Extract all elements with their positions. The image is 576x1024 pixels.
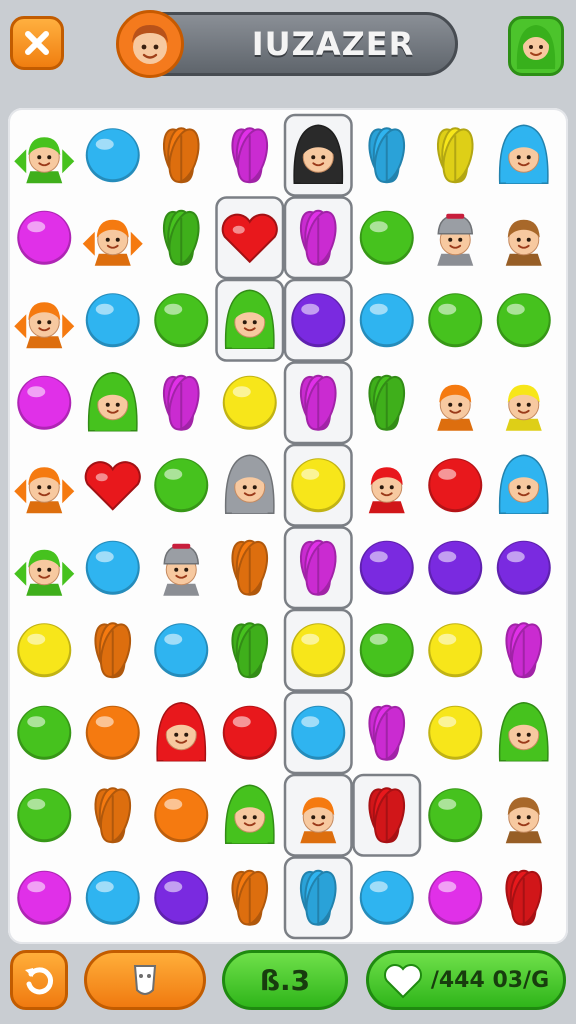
- blue-gem-tile[interactable]: [154, 623, 209, 678]
- level-title: IUZAZER: [251, 25, 415, 63]
- blue-gem-tile[interactable]: [359, 870, 414, 925]
- green-gem-tile[interactable]: [359, 210, 414, 265]
- orange-bird-avatar-tile[interactable]: [14, 467, 75, 514]
- brown-hair-avatar-tile[interactable]: [505, 219, 542, 266]
- yellow-gem-tile[interactable]: [291, 458, 346, 513]
- profile-button[interactable]: [508, 16, 564, 76]
- blue-gem-tile[interactable]: [85, 540, 140, 595]
- close-button[interactable]: [10, 16, 64, 70]
- player-avatar-icon: [132, 25, 168, 64]
- brown-hair-avatar-tile[interactable]: [505, 797, 542, 844]
- player-avatar[interactable]: [116, 10, 184, 78]
- close-x-icon: [25, 31, 49, 55]
- green-leaf-tile[interactable]: [364, 374, 409, 433]
- undo-button[interactable]: [10, 950, 68, 1010]
- board-canvas: [14, 113, 551, 940]
- green-gem-tile[interactable]: [496, 293, 551, 348]
- magenta-gem-tile[interactable]: [428, 870, 483, 925]
- orange-leaf-tile[interactable]: [227, 539, 272, 598]
- yellow-gem-tile[interactable]: [428, 705, 483, 760]
- lives-pill[interactable]: /444 03/G: [366, 950, 566, 1010]
- purple-gem-tile[interactable]: [496, 540, 551, 595]
- shovel-booster-icon: [133, 965, 157, 995]
- red-heart-tile[interactable]: [84, 461, 141, 511]
- blue-gem-tile[interactable]: [85, 128, 140, 183]
- purple-gem-tile[interactable]: [428, 540, 483, 595]
- orange-leaf-tile[interactable]: [159, 126, 204, 185]
- green-gem-tile[interactable]: [428, 293, 483, 348]
- booster-button[interactable]: [84, 950, 206, 1010]
- purple-gem-tile[interactable]: [154, 870, 209, 925]
- orange-bird-avatar-tile[interactable]: [14, 302, 75, 349]
- orange-bird-avatar-tile[interactable]: [82, 219, 143, 266]
- yellow-gem-tile[interactable]: [428, 623, 483, 678]
- score-value: ß.3: [259, 963, 311, 997]
- green-gem-tile[interactable]: [428, 788, 483, 843]
- game-board: [8, 108, 568, 944]
- yellow-hair-avatar-tile[interactable]: [505, 384, 542, 431]
- grey-hood-avatar-tile[interactable]: [224, 454, 275, 514]
- green-hood-avatar-tile[interactable]: [87, 371, 138, 432]
- orange-hair-avatar-tile[interactable]: [300, 797, 337, 844]
- magenta-leaf-tile[interactable]: [364, 704, 409, 763]
- red-hood-avatar-tile[interactable]: [156, 701, 207, 762]
- undo-arrow-icon: [25, 967, 54, 995]
- yellow-leaf-tile[interactable]: [433, 126, 478, 185]
- magenta-gem-tile[interactable]: [17, 210, 72, 265]
- green-leaf-tile[interactable]: [159, 209, 204, 268]
- red-gem-tile[interactable]: [222, 705, 277, 760]
- green-gem-tile[interactable]: [17, 788, 72, 843]
- grey-cap-avatar-tile[interactable]: [437, 213, 474, 266]
- red-gem-tile[interactable]: [428, 458, 483, 513]
- orange-gem-tile[interactable]: [85, 705, 140, 760]
- green-bird-avatar-tile[interactable]: [14, 549, 75, 596]
- green-hood-avatar-icon: [516, 25, 556, 69]
- blue-hood-avatar-tile[interactable]: [498, 124, 549, 184]
- green-gem-tile[interactable]: [154, 458, 209, 513]
- orange-leaf-tile[interactable]: [90, 621, 135, 680]
- score-pill: ß.3: [222, 950, 348, 1010]
- top-bar: IUZAZER: [0, 0, 576, 92]
- lives-text: /444 03/G: [430, 967, 550, 993]
- magenta-gem-tile[interactable]: [17, 870, 72, 925]
- orange-leaf-tile[interactable]: [227, 869, 272, 928]
- purple-gem-tile[interactable]: [359, 540, 414, 595]
- purple-gem-tile[interactable]: [291, 293, 346, 348]
- green-leaf-tile[interactable]: [227, 621, 272, 680]
- blue-gem-tile[interactable]: [85, 870, 140, 925]
- yellow-gem-tile[interactable]: [222, 375, 277, 430]
- blue-gem-tile[interactable]: [291, 705, 346, 760]
- orange-hair-avatar-tile[interactable]: [437, 384, 474, 431]
- red-hair-avatar-tile[interactable]: [368, 467, 405, 514]
- magenta-gem-tile[interactable]: [17, 375, 72, 430]
- blue-hood-avatar-tile[interactable]: [498, 454, 549, 514]
- blue-gem-tile[interactable]: [85, 293, 140, 348]
- magenta-leaf-tile[interactable]: [227, 126, 272, 185]
- bottom-bar: ß.3 /444 03/G: [0, 944, 576, 1024]
- green-gem-tile[interactable]: [17, 705, 72, 760]
- heart-icon: [384, 964, 422, 999]
- blue-gem-tile[interactable]: [359, 293, 414, 348]
- green-gem-tile[interactable]: [359, 623, 414, 678]
- green-hood-avatar-tile[interactable]: [498, 701, 549, 762]
- green-hood-avatar-tile[interactable]: [224, 784, 275, 844]
- orange-gem-tile[interactable]: [154, 788, 209, 843]
- blue-leaf-tile[interactable]: [364, 126, 409, 185]
- grey-cap-avatar-tile[interactable]: [163, 543, 200, 596]
- yellow-gem-tile[interactable]: [17, 623, 72, 678]
- yellow-gem-tile[interactable]: [291, 623, 346, 678]
- magenta-leaf-tile[interactable]: [159, 374, 204, 433]
- orange-leaf-tile[interactable]: [90, 786, 135, 845]
- green-bird-avatar-tile[interactable]: [14, 137, 75, 184]
- magenta-leaf-tile[interactable]: [501, 621, 546, 680]
- red-leaf-tile[interactable]: [501, 869, 546, 928]
- green-gem-tile[interactable]: [154, 293, 209, 348]
